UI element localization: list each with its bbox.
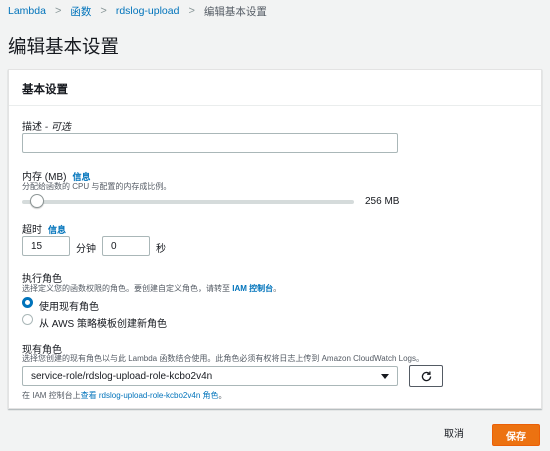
existing-role-footer-suffix: 。 xyxy=(218,391,227,400)
chevron-right-icon: > xyxy=(188,5,195,17)
use-existing-role-radio[interactable] xyxy=(22,297,33,308)
timeout-minutes-input[interactable] xyxy=(22,236,70,256)
save-button[interactable]: 保存 xyxy=(492,424,540,446)
timeout-label: 超时 信息 xyxy=(22,221,66,236)
execution-role-help-text: 选择定义您的函数权限的角色。要创建自定义角色，请转至 xyxy=(22,284,233,293)
caret-down-icon xyxy=(381,374,389,379)
page-title: 编辑基本设置 xyxy=(8,36,120,57)
breadcrumb-link-lambda[interactable]: Lambda xyxy=(8,5,46,17)
execution-role-help: 选择定义您的函数权限的角色。要创建自定义角色，请转至 IAM 控制台。 xyxy=(22,283,281,294)
use-existing-role-label[interactable]: 使用现有角色 xyxy=(39,298,99,313)
timeout-seconds-unit: 秒 xyxy=(156,244,166,255)
description-label-text: 描述 xyxy=(22,122,42,133)
basic-settings-panel: 基本设置 描述 - 可选 内存 (MB) 信息 分配给函数的 CPU 与配置的内存… xyxy=(8,69,542,409)
breadcrumb-current: 编辑基本设置 xyxy=(203,5,267,18)
create-role-from-template-label[interactable]: 从 AWS 策略模板创建新角色 xyxy=(39,315,167,330)
view-role-link[interactable]: 查看 rdslog-upload-role-kcbo2v4n 角色 xyxy=(81,391,219,400)
chevron-right-icon: > xyxy=(100,5,107,17)
iam-console-link[interactable]: IAM 控制台 xyxy=(232,284,273,293)
execution-role-help-suffix: 。 xyxy=(273,284,282,293)
panel-header: 基本设置 xyxy=(9,70,541,106)
panel-title: 基本设置 xyxy=(22,84,68,96)
existing-role-select[interactable]: service-role/rdslog-upload-role-kcbo2v4n xyxy=(22,366,398,386)
breadcrumb: Lambda > 函数 > rdslog-upload > 编辑基本设置 xyxy=(8,4,267,18)
breadcrumb-link-functions[interactable]: 函数 xyxy=(70,4,91,19)
breadcrumb-link-function[interactable]: rdslog-upload xyxy=(116,5,180,17)
timeout-seconds-input[interactable] xyxy=(102,236,150,256)
refresh-roles-button[interactable] xyxy=(409,365,443,387)
create-role-from-template-radio[interactable] xyxy=(22,314,33,325)
chevron-right-icon: > xyxy=(54,5,62,17)
existing-role-footer-text: 在 IAM 控制台上 xyxy=(22,391,81,400)
timeout-label-text: 超时 xyxy=(22,225,42,236)
memory-slider-handle[interactable] xyxy=(29,194,44,208)
existing-role-help: 选择您创建的现有角色以与此 Lambda 函数结合使用。此角色必须有权将日志上传… xyxy=(22,354,424,363)
description-optional: - 可选 xyxy=(44,122,71,133)
timeout-minutes-unit: 分钟 xyxy=(76,244,96,255)
existing-role-selected-value: service-role/rdslog-upload-role-kcbo2v4n xyxy=(31,371,213,382)
description-input[interactable] xyxy=(22,133,398,153)
timeout-info-link[interactable]: 信息 xyxy=(48,225,66,235)
cancel-button[interactable]: 取消 xyxy=(444,425,464,440)
description-label: 描述 - 可选 xyxy=(22,118,71,133)
memory-value: 256 MB xyxy=(365,196,400,207)
existing-role-footer: 在 IAM 控制台上查看 rdslog-upload-role-kcbo2v4n… xyxy=(22,390,227,401)
memory-help: 分配给函数的 CPU 与配置的内存成比例。 xyxy=(22,182,172,191)
refresh-icon xyxy=(421,370,431,381)
memory-slider-track[interactable] xyxy=(22,200,354,204)
